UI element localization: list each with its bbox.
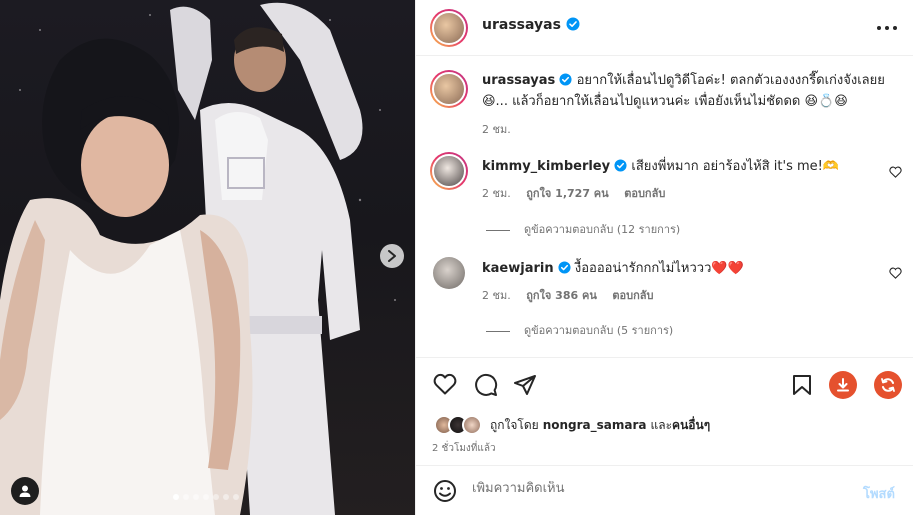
carousel-dot <box>193 494 199 500</box>
caption-text-line1: อยากให้เลื่อนไปดูวิดีโอค่ะ! ตลกตัวเองงงก… <box>576 73 885 88</box>
carousel-dot <box>233 494 239 500</box>
refresh-icon <box>881 378 895 392</box>
liked-by-user[interactable]: nongra_samara <box>543 418 647 432</box>
post-timestamp[interactable]: 2 ชั่วโมงที่แล้ว <box>432 441 496 456</box>
comment-text: งื้ออออน่ารักกกไม่ไหววว❤️❤️ <box>574 261 744 276</box>
carousel-dot <box>173 494 179 500</box>
comment-time[interactable]: 2 ชม. <box>482 289 511 302</box>
liked-by-summary: ถูกใจโดย nongra_samara และ คนอื่นๆ <box>434 415 710 435</box>
post-photo[interactable] <box>0 0 415 515</box>
caption-time[interactable]: 2 ชม. <box>482 123 511 136</box>
liked-by-avatars[interactable] <box>434 415 484 435</box>
caption-meta: 2 ชม. <box>482 120 523 138</box>
comment-meta: 2 ชม. ถูกใจ 1,727 คน ตอบกลับ <box>482 184 677 202</box>
comment-input[interactable] <box>472 481 832 496</box>
emoji-icon[interactable] <box>433 479 457 503</box>
verified-icon <box>614 159 627 172</box>
comment-text: เสียงพี่หมาก อย่าร้องไห้สิ it's me!🫶 <box>631 159 840 174</box>
caption-text-line2: 😆... แล้วก็อยากให้เลื่อนไปดูแหวนค่ะ เพื่… <box>482 94 848 109</box>
caption-author-avatar[interactable] <box>430 70 468 108</box>
comment: kimmy_kimberley เสียงพี่หมาก อย่าร้องไห้… <box>482 156 882 177</box>
post-side-panel: urassayas urassayas อยากให้เลื่อนไปดูวิด… <box>415 0 913 515</box>
reply-button[interactable]: ตอบกลับ <box>612 289 653 302</box>
comment-username[interactable]: kaewjarin <box>482 261 554 276</box>
comment-meta: 2 ชม. ถูกใจ 386 คน ตอบกลับ <box>482 286 665 304</box>
user-icon <box>19 485 31 497</box>
comment-time[interactable]: 2 ชม. <box>482 187 511 200</box>
view-replies-button[interactable]: ดูข้อความตอบกลับ (12 รายการ) <box>486 220 680 238</box>
post-header: urassayas <box>416 0 913 56</box>
avatar <box>462 415 482 435</box>
view-replies-label: ดูข้อความตอบกลับ (12 รายการ) <box>524 223 681 236</box>
next-photo-button[interactable] <box>380 244 404 268</box>
photo-illustration <box>0 2 396 515</box>
author-username[interactable]: urassayas <box>482 17 561 33</box>
carousel-dot <box>223 494 229 500</box>
liked-by-conj: และ <box>650 417 673 432</box>
post-actions: ถูกใจโดย nongra_samara และ คนอื่นๆ 2 ชั่… <box>416 357 913 465</box>
author-avatar[interactable] <box>430 9 468 47</box>
caption-username[interactable]: urassayas <box>482 73 555 88</box>
caption: urassayas อยากให้เลื่อนไปดูวิดีโอค่ะ! ตล… <box>482 70 892 112</box>
download-button[interactable] <box>829 371 857 399</box>
comment-like-count[interactable]: ถูกใจ 1,727 คน <box>526 187 608 200</box>
verified-icon <box>558 261 571 274</box>
post-comment-button[interactable]: โพสต์ <box>863 483 895 504</box>
comment-username[interactable]: kimmy_kimberley <box>482 159 610 174</box>
comment: kaewjarin งื้ออออน่ารักกกไม่ไหววว❤️❤️ <box>482 258 882 279</box>
more-options-button[interactable] <box>875 18 899 38</box>
share-icon[interactable] <box>513 373 537 397</box>
verified-icon <box>566 17 580 31</box>
liked-by-prefix: ถูกใจโดย <box>490 417 539 432</box>
view-replies-button[interactable]: ดูข้อความตอบกลับ (5 รายการ) <box>486 321 673 339</box>
liked-by-others[interactable]: คนอื่นๆ <box>672 416 710 435</box>
comment-like-heart-icon[interactable] <box>889 166 902 178</box>
carousel-dot <box>183 494 189 500</box>
comment-icon[interactable] <box>474 373 498 397</box>
download-icon <box>837 378 849 392</box>
heart-icon[interactable] <box>433 373 457 395</box>
carousel-indicator <box>173 494 239 500</box>
comment-avatar[interactable] <box>433 257 465 289</box>
comment-like-count[interactable]: ถูกใจ 386 คน <box>526 289 597 302</box>
comment-like-heart-icon[interactable] <box>889 267 902 279</box>
refresh-button[interactable] <box>874 371 902 399</box>
reply-button[interactable]: ตอบกลับ <box>624 187 665 200</box>
carousel-dot <box>203 494 209 500</box>
author-username-row: urassayas <box>482 17 580 33</box>
verified-icon <box>559 73 572 86</box>
carousel-dot <box>213 494 219 500</box>
bookmark-icon[interactable] <box>792 374 812 396</box>
chevron-right-icon <box>388 250 396 262</box>
tagged-users-button[interactable] <box>11 477 39 505</box>
comment-avatar[interactable] <box>430 152 468 190</box>
view-replies-label: ดูข้อความตอบกลับ (5 รายการ) <box>524 324 674 337</box>
comment-composer: โพสต์ <box>416 465 913 515</box>
